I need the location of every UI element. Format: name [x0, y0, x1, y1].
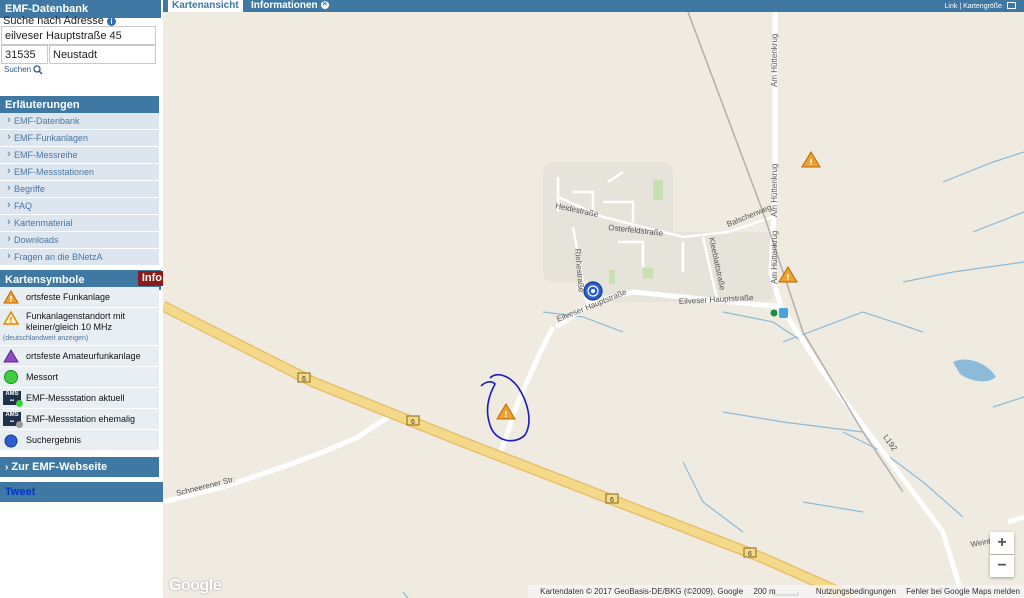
street-label-weint: Weint: [970, 536, 992, 549]
nav-emf-messstationen[interactable]: EMF-Messstationen: [0, 163, 159, 181]
ams-active-icon: AMS ▪▪: [3, 391, 23, 407]
purple-triangle-icon: [3, 349, 19, 363]
search-result-marker-icon[interactable]: [583, 281, 603, 301]
tab-information-label: Informationen: [251, 0, 318, 11]
sidebar: EMF-Datenbank Suche nach Adresse i eilve…: [0, 0, 166, 598]
orange-triangle-outline-icon: !: [3, 311, 19, 325]
legend-row-fixed-station: ! ortsfeste Funkanlage: [0, 287, 159, 308]
search-button-label: Suchen: [4, 65, 32, 75]
orange-warning-triangle-icon[interactable]: !: [801, 151, 821, 168]
svg-text:!: !: [9, 295, 13, 304]
nav-downloads[interactable]: Downloads: [0, 231, 159, 249]
map-attribution: Kartendaten © 2017 GeoBasis-DE/BKG (©200…: [528, 585, 1024, 598]
nav-fragen-bnetza[interactable]: Fragen an die BNetzA: [0, 248, 159, 266]
nav-kartenmaterial[interactable]: Kartenmaterial: [0, 214, 159, 232]
map-canvas[interactable]: 6 6 6 6 Am Hüttenkrug Am Hüttenkrug Am H…: [163, 12, 1024, 598]
legend-label: EMF-Messstation ehemalig: [26, 414, 136, 424]
search-button[interactable]: Suchen: [4, 65, 43, 75]
svg-text:!: !: [809, 158, 813, 167]
map-tab-bar: Kartenansicht Informationen ✕ Link | Kart…: [163, 0, 1024, 12]
tab-map-view[interactable]: Kartenansicht: [168, 0, 243, 12]
street-label-am-huettenkrug: Am Hüttenkrug: [770, 231, 779, 284]
legend-row-ams-active: AMS ▪▪ EMF-Messstation aktuell: [0, 388, 159, 409]
magnifier-icon: [33, 65, 43, 75]
road-south: [498, 325, 556, 453]
terms-link[interactable]: Nutzungsbedingungen: [816, 587, 896, 596]
svg-text:!: !: [9, 316, 13, 325]
legend-label: ortsfeste Funkanlage: [26, 292, 111, 302]
legend: ! ortsfeste Funkanlage ! Funkanlagenstan…: [0, 287, 159, 451]
map-symbols-title: Kartensymbole: [5, 274, 85, 286]
legend-row-amateur: ortsfeste Amateurfunkanlage: [0, 346, 159, 367]
svg-text:!: !: [786, 273, 790, 282]
legend-label: Funkanlagenstandort mit kleiner/gleich 1…: [26, 311, 126, 332]
nav-emf-funkanlagen[interactable]: EMF-Funkanlagen: [0, 129, 159, 147]
fullscreen-icon[interactable]: [1007, 2, 1016, 9]
pond: [953, 359, 996, 382]
svg-text:6: 6: [610, 497, 614, 504]
nav-emf-datenbank[interactable]: EMF-Datenbank: [0, 112, 159, 130]
street-label-am-huettenkrug: Am Hüttenkrug: [770, 34, 779, 87]
close-icon[interactable]: ✕: [320, 1, 329, 10]
svg-text:6: 6: [302, 376, 306, 383]
nav-emf-messreihe[interactable]: EMF-Messreihe: [0, 146, 159, 164]
info-badge[interactable]: Info: [137, 271, 166, 286]
nav-begriffe[interactable]: Begriffe: [0, 180, 159, 198]
legend-label: EMF-Messstation aktuell: [26, 393, 125, 403]
tweet-button[interactable]: Tweet: [0, 482, 164, 502]
legend-row-low-frequency: ! Funkanlagenstandort mit kleiner/gleich…: [0, 308, 159, 346]
legend-label: Suchergebnis: [26, 435, 82, 445]
route-shield-6: 6: [743, 547, 757, 558]
legend-row-search-result: Suchergebnis: [0, 430, 159, 451]
legend-label: Messort: [26, 372, 59, 382]
zoom-out-button[interactable]: −: [990, 555, 1014, 577]
nav-faq[interactable]: FAQ: [0, 197, 159, 215]
green-dot-icon: [4, 370, 18, 384]
legend-label: ortsfeste Amateurfunkanlage: [26, 351, 141, 361]
street-input[interactable]: eilveser Hauptstraße 45: [1, 26, 156, 45]
link-map-size[interactable]: Link | Kartengröße: [945, 1, 1002, 12]
explanations-nav: EMF-Datenbank EMF-Funkanlagen EMF-Messre…: [0, 112, 159, 266]
google-logo: Google: [169, 577, 222, 594]
scale-label: 200 m: [753, 587, 776, 596]
info-icon[interactable]: i: [106, 16, 116, 26]
show-germany-wide-link[interactable]: (deutschlandweit anzeigen): [3, 335, 88, 342]
svg-text:6: 6: [748, 551, 752, 558]
transit-station-icon[interactable]: [770, 308, 789, 318]
svg-text:!: !: [504, 410, 508, 419]
attribution-data: Kartendaten © 2017 GeoBasis-DE/BKG (©200…: [540, 587, 744, 596]
svg-text:6: 6: [411, 419, 415, 426]
tab-information[interactable]: Informationen ✕: [247, 0, 333, 12]
blue-dot-icon: [4, 434, 18, 448]
city-input[interactable]: Neustadt: [49, 45, 156, 64]
legend-row-ams-former: AMS ▪▪ EMF-Messstation ehemalig: [0, 409, 159, 430]
legend-row-measuring-point: Messort: [0, 367, 159, 388]
map-view[interactable]: 6 6 6 6 Am Hüttenkrug Am Hüttenkrug Am H…: [163, 12, 1024, 598]
road-l192: [768, 12, 966, 598]
zip-input[interactable]: 31535: [1, 45, 48, 64]
road-weint: [1007, 514, 1024, 525]
orange-warning-triangle-icon: !: [3, 290, 19, 304]
ams-former-icon: AMS ▪▪: [3, 412, 23, 428]
route-shield-6: 6: [406, 415, 420, 426]
zoom-in-button[interactable]: +: [990, 532, 1014, 554]
route-shield-6: 6: [297, 372, 311, 383]
route-shield-6: 6: [605, 493, 619, 504]
emf-website-link[interactable]: › Zur EMF-Webseite: [0, 457, 159, 477]
report-error-link[interactable]: Fehler bei Google Maps melden: [906, 587, 1020, 596]
emf-website-label: Zur EMF-Webseite: [11, 461, 108, 473]
